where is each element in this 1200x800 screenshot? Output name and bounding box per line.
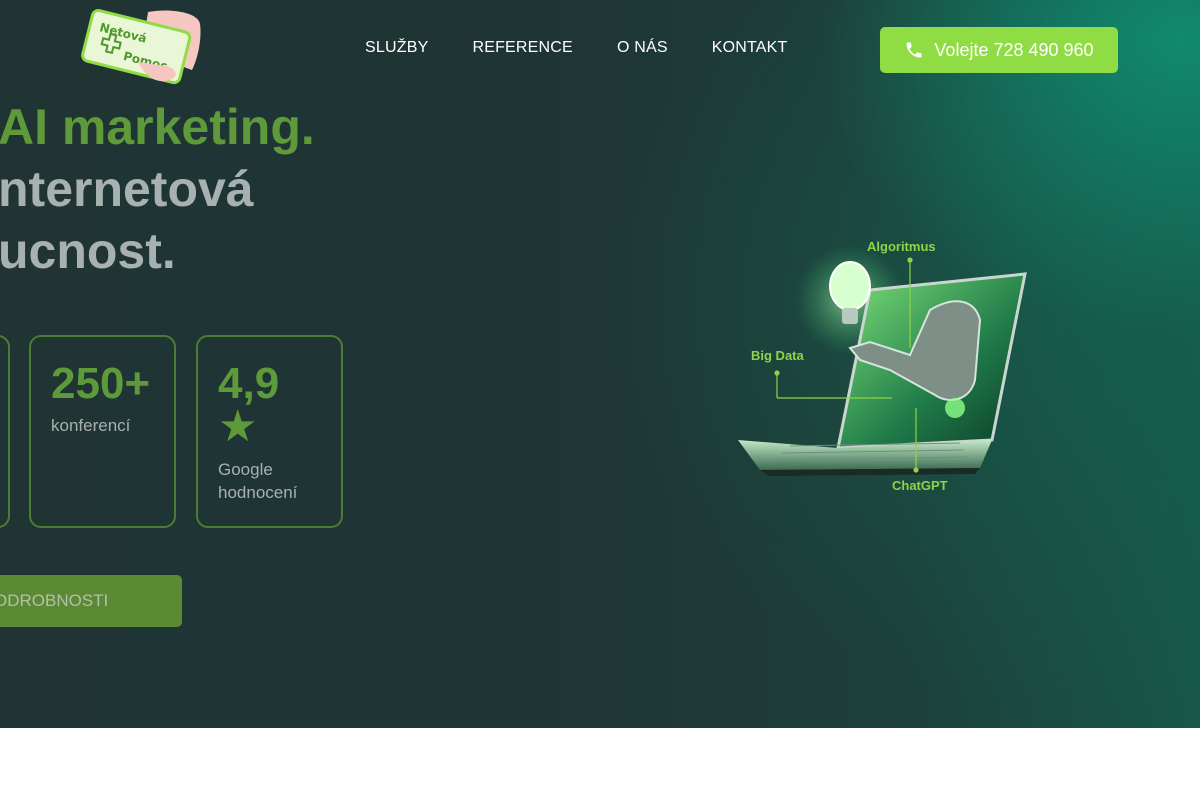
stat-label: Google hodnocení [218,460,298,502]
details-button[interactable]: ODROBNOSTI [0,575,182,627]
stat-card-conferences: 250+ konferencí [29,335,176,528]
hero-headline-line1: AI marketing. [0,99,315,155]
nav-item-sluzby[interactable]: SLUŽBY [365,39,428,57]
hero-headline-line2: nternetová [0,161,254,217]
ai-laptop-illustration: Algoritmus Big Data ChatGPT [720,230,1050,505]
label-chatgpt: ChatGPT [892,478,948,493]
stat-card-partial [0,335,10,528]
call-button[interactable]: Volejte 728 490 960 [880,27,1118,73]
phone-icon [906,42,922,58]
call-button-label: Volejte 728 490 960 [934,39,1094,60]
label-big-data: Big Data [751,348,804,363]
nav-item-o-nas[interactable]: O NÁS [617,39,668,57]
nav-item-kontakt[interactable]: KONTAKT [712,39,788,57]
main-nav: SLUŽBY REFERENCE O NÁS KONTAKT [365,39,788,57]
stat-value: 250+ [51,359,151,408]
netova-pomoc-logo[interactable]: Netová Pomoc [80,8,205,88]
nav-item-reference[interactable]: REFERENCE [472,39,572,57]
stat-label: konferencí [51,416,131,435]
hero-section: Netová Pomoc SLUŽBY REFERENCE O NÁS KONT… [0,0,1200,728]
hero-headline-line3: ucnost. [0,223,176,279]
label-algoritmus: Algoritmus [867,239,936,254]
star-icon: ★ [218,402,258,451]
stat-card-google-rating: 4,9 ★ Google hodnocení [196,335,343,528]
